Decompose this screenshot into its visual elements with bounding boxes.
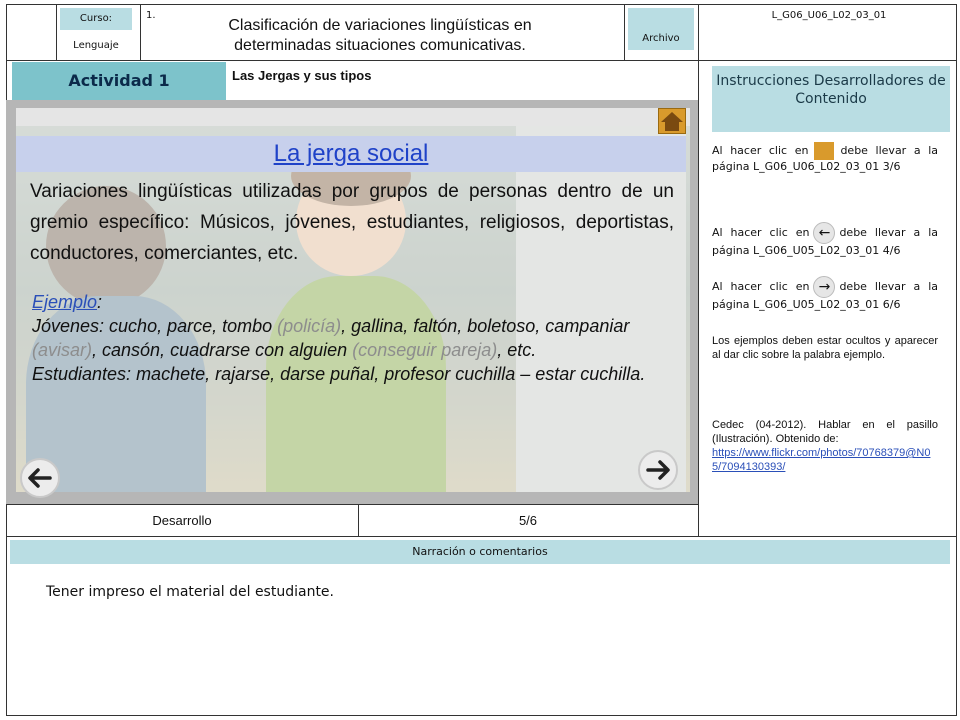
slide-description: Variaciones lingüísticas utilizadas por … — [30, 181, 674, 264]
table-border-bottom — [6, 715, 957, 716]
header-divider — [6, 60, 956, 61]
footer-row-top — [6, 504, 698, 505]
arrow-right-icon — [646, 460, 670, 480]
instruction-next-pre: Al hacer clic en — [712, 280, 810, 293]
examples-block: Ejemplo: Jóvenes: cucho, parce, tombo (p… — [32, 290, 672, 386]
narration-label: Narración o comentarios — [10, 540, 950, 564]
arrow-left-icon — [28, 468, 52, 488]
col-divider-3 — [624, 4, 625, 60]
small-home-icon — [814, 142, 835, 160]
page-indicator: 5/6 — [518, 513, 538, 528]
credit-text: Cedec (04-2012). Hablar en el pasillo (I… — [712, 419, 938, 445]
curso-label: Curso: — [60, 8, 132, 30]
jovenes-text-1: Jóvenes: cucho, parce, tombo — [32, 316, 278, 336]
next-button[interactable] — [638, 450, 678, 490]
narration-text: Tener impreso el material del estudiante… — [46, 584, 334, 600]
jovenes-gloss-3: (conseguir pareja) — [352, 340, 498, 360]
right-panel-divider — [698, 60, 699, 536]
file-code: L_G06_U06_L02_03_01 — [771, 10, 887, 21]
instruction-home-pre: Al hacer clic en — [712, 144, 809, 157]
examples-note: Los ejemplos deben estar ocultos y apare… — [712, 335, 938, 361]
instruction-prev: Al hacer clic en ← debe llevar a la página… — [712, 222, 938, 258]
col-divider-4 — [698, 4, 699, 60]
col-divider-2 — [140, 4, 141, 60]
narration-divider — [6, 536, 956, 537]
instruction-home: Al hacer clic en debe llevar a la página … — [712, 142, 938, 174]
jovenes-text-2: , gallina, faltón, boletoso, campaniar — [341, 316, 630, 336]
small-arrow-left-icon: ← — [813, 222, 836, 244]
ejemplo-link[interactable]: Ejemplo — [32, 292, 97, 312]
estudiantes-text: Estudiantes: machete, rajarse, darse puñ… — [32, 364, 646, 384]
ejemplo-colon: : — [97, 292, 103, 312]
col-divider-1 — [56, 4, 57, 60]
jovenes-gloss-2: (avisar) — [32, 340, 93, 360]
home-icon — [661, 112, 683, 131]
credit-block: Cedec (04-2012). Hablar en el pasillo (I… — [712, 418, 938, 474]
home-button[interactable] — [658, 108, 686, 134]
course-name: Lenguaje — [73, 40, 119, 51]
jovenes-text-3: , cansón, cuadrarse con alguien — [92, 340, 353, 360]
small-arrow-right-icon: → — [813, 276, 836, 298]
table-border-right — [956, 4, 957, 716]
jovenes-gloss-1: (policía) — [277, 316, 342, 336]
section-label: Desarrollo — [152, 513, 212, 528]
instructions-title: Instrucciones Desarrolladores de Conteni… — [712, 66, 950, 132]
archivo-label: Archivo — [628, 8, 694, 50]
instruction-next: Al hacer clic en → debe llevar a la página… — [712, 276, 938, 312]
lesson-number: 1. — [146, 10, 156, 21]
activity-subtitle: Las Jergas y sus tipos — [232, 68, 372, 83]
activity-tab: Actividad 1 — [12, 62, 226, 100]
jovenes-text-4: , etc. — [497, 340, 537, 360]
prev-button[interactable] — [20, 458, 60, 498]
table-border-top — [6, 4, 956, 5]
credit-link[interactable]: https://www.flickr.com/photos/70768379@N… — [712, 447, 930, 473]
instruction-prev-pre: Al hacer clic en — [712, 226, 810, 239]
slide-title[interactable]: La jerga social — [16, 140, 686, 168]
page-title: Clasificación de variaciones lingüística… — [228, 17, 532, 54]
